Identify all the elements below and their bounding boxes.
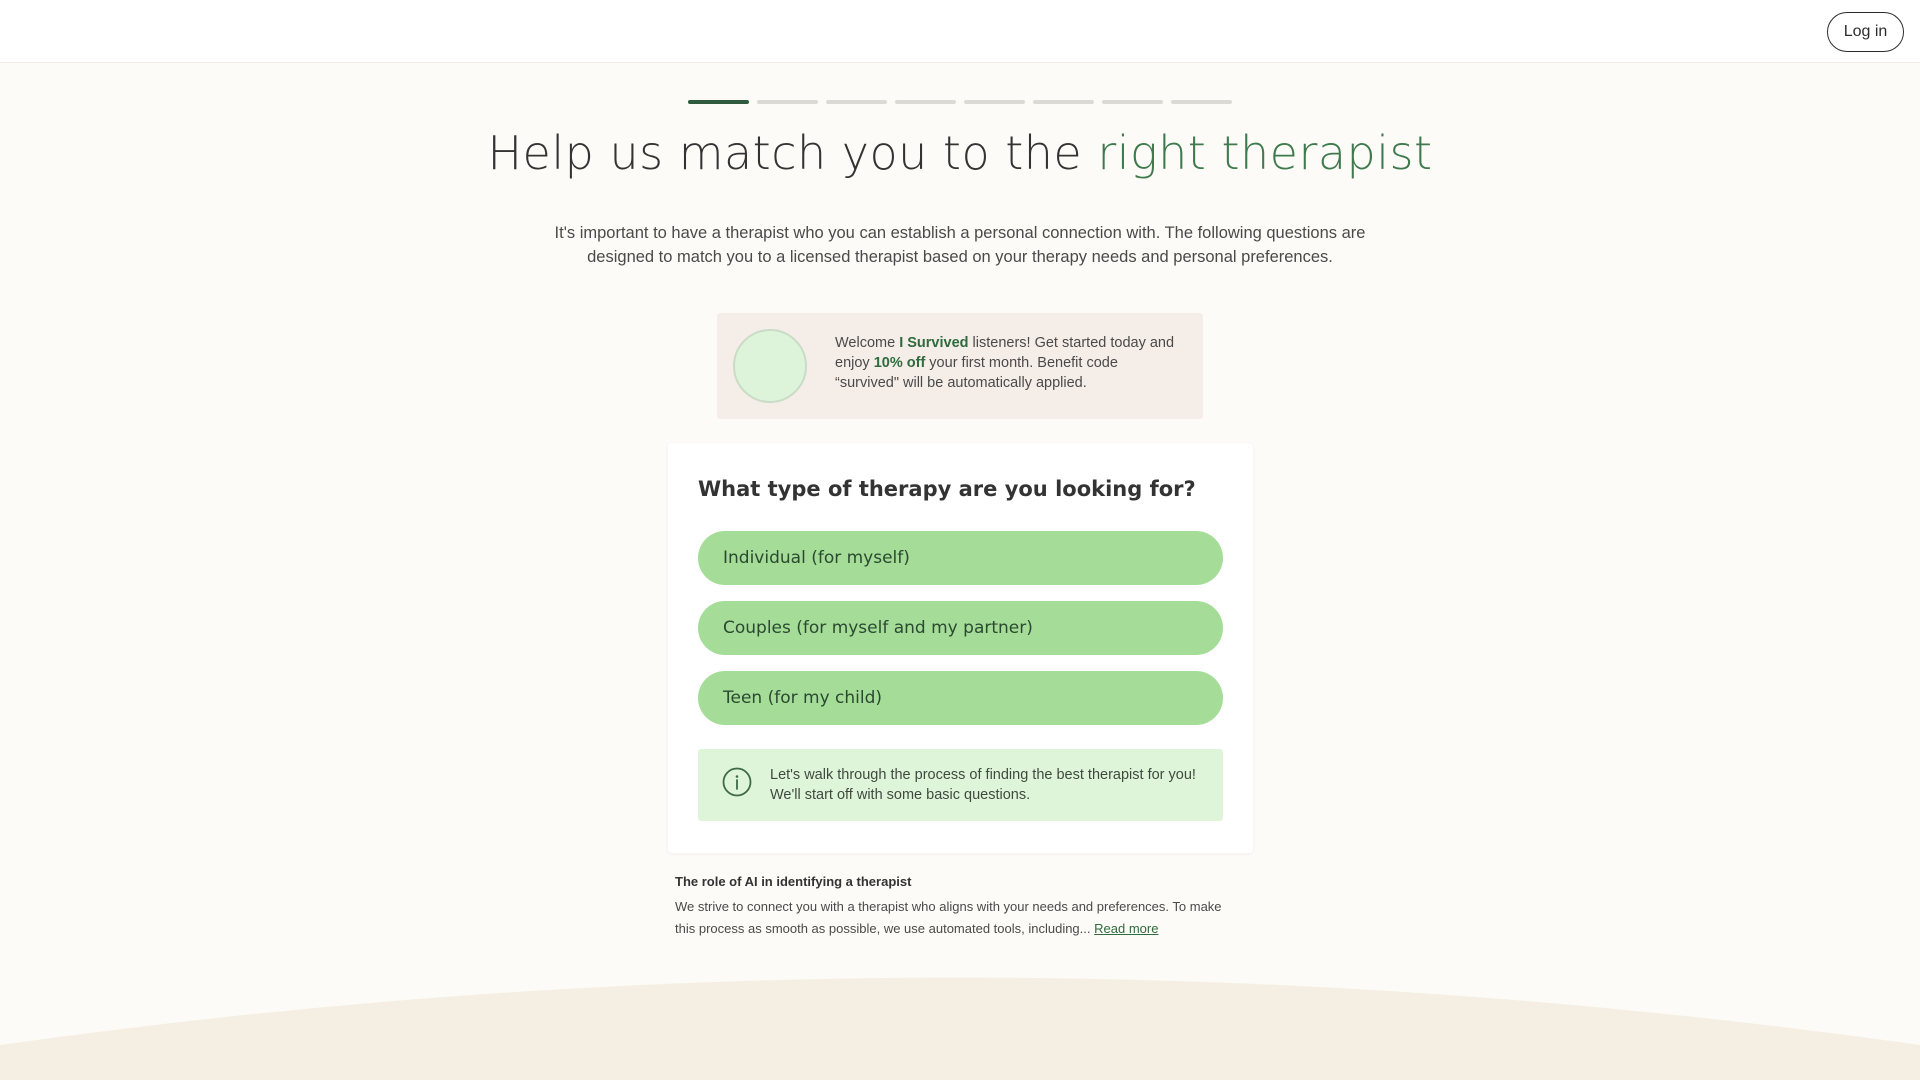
page-title-accent: right therapist [1097, 126, 1433, 180]
promo-text: Welcome I Survived listeners! Get starte… [835, 333, 1175, 393]
progress-step-5 [964, 100, 1025, 104]
progress-step-1 [688, 100, 749, 104]
option-couples[interactable]: Couples (for myself and my partner) [698, 601, 1223, 655]
login-button[interactable]: Log in [1827, 12, 1904, 52]
info-text: Let's walk through the process of findin… [770, 767, 1196, 803]
option-individual[interactable]: Individual (for myself) [698, 531, 1223, 585]
progress-step-3 [826, 100, 887, 104]
progress-indicator [688, 100, 1232, 104]
option-teen[interactable]: Teen (for my child) [698, 671, 1223, 725]
ai-section-body: We strive to connect you with a therapis… [675, 896, 1235, 940]
info-circle-icon [722, 767, 752, 797]
question-card: What type of therapy are you looking for… [668, 443, 1253, 853]
read-more-link[interactable]: Read more [1094, 921, 1158, 936]
progress-step-6 [1033, 100, 1094, 104]
progress-step-2 [757, 100, 818, 104]
promo-avatar [733, 329, 807, 403]
ai-section-title: The role of AI in identifying a therapis… [675, 874, 912, 889]
promo-text-pre: Welcome [835, 335, 900, 351]
page-title-main: Help us match you to the [487, 126, 1098, 180]
question-title: What type of therapy are you looking for… [698, 477, 1196, 501]
progress-step-4 [895, 100, 956, 104]
progress-step-7 [1102, 100, 1163, 104]
promo-podcast-name: I Survived [899, 335, 969, 351]
info-callout: Let's walk through the process of findin… [698, 749, 1223, 821]
promo-discount: 10% off [873, 355, 926, 371]
footer-wave-decoration [0, 977, 1920, 1080]
intro-text: It's important to have a therapist who y… [554, 224, 1366, 266]
promo-banner: Welcome I Survived listeners! Get starte… [717, 313, 1203, 419]
page-title: Help us match you to the right therapist [0, 126, 1920, 180]
progress-step-8 [1171, 100, 1232, 104]
top-navigation-bar: Log in [0, 0, 1920, 63]
